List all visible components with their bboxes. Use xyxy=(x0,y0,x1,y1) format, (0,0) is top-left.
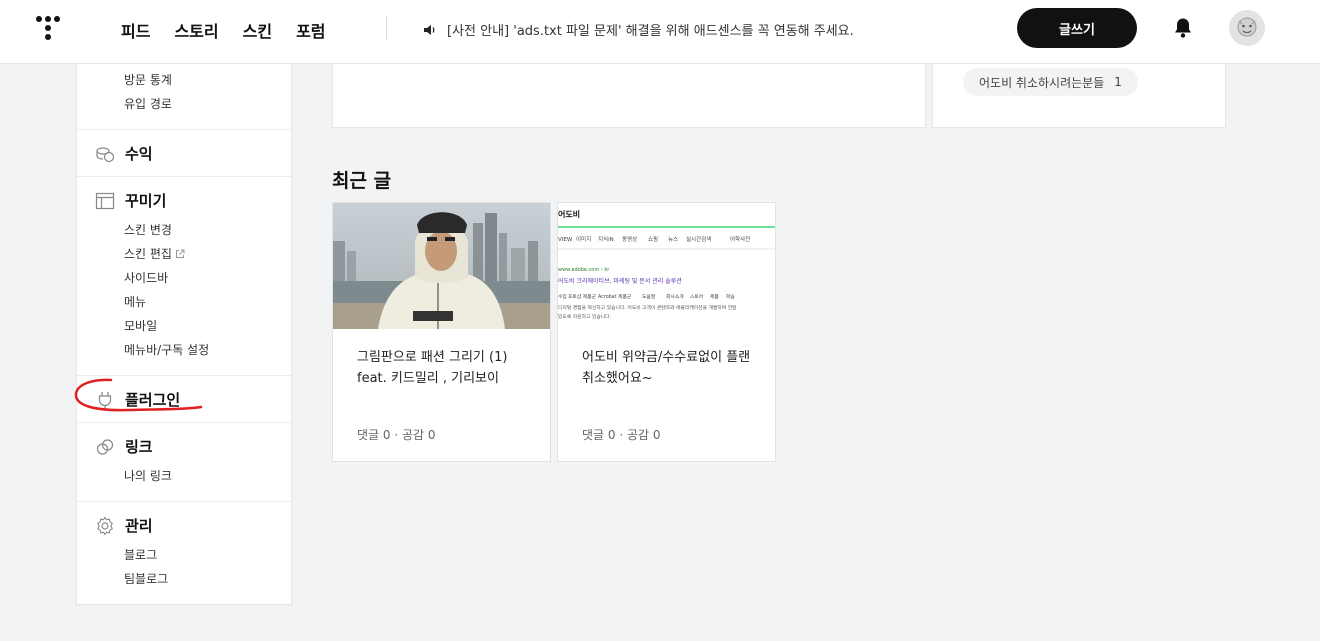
svg-text:Acrobat 제품군: Acrobat 제품군 xyxy=(598,293,632,300)
svg-text:디지털 경험을 혁신하고 있습니다. 어도비 고객이 콘텐츠: 디지털 경험을 혁신하고 있습니다. 어도비 고객이 콘텐츠와 애플리케이션을 … xyxy=(558,304,737,311)
nav-skin[interactable]: 스킨 xyxy=(243,18,272,42)
plug-icon xyxy=(98,391,112,409)
sidebar-item-revenue[interactable]: 수익 xyxy=(95,143,153,164)
post-card-1[interactable]: 그림판으로 패션 그리기 (1) feat. 키드밀리 , 기리보이 댓글 0 … xyxy=(332,202,551,462)
sidebar-section-plugin: 플러그인 xyxy=(77,375,291,423)
sidebar-item-menu[interactable]: 메뉴 xyxy=(124,293,146,310)
sidebar-item-team-blog[interactable]: 팀블로그 xyxy=(124,570,168,587)
coins-icon xyxy=(96,146,115,162)
sidebar-section-link: 링크 나의 링크 xyxy=(77,422,291,502)
sidebar-item-manage[interactable]: 관리 xyxy=(95,515,153,536)
tistory-logo-icon[interactable] xyxy=(34,14,62,42)
write-post-button[interactable]: 글쓰기 xyxy=(1017,8,1137,48)
keyword-chip[interactable]: 어도비 취소하시려는분들 1 xyxy=(963,68,1138,96)
sidebar-item-menubar[interactable]: 메뉴바/구독 설정 xyxy=(124,341,209,358)
sidebar-item-skin-edit[interactable]: 스킨 편집 xyxy=(124,245,185,262)
nav-story[interactable]: 스토리 xyxy=(174,18,218,42)
post-card-2[interactable]: 어도비 VIEW 이미지 지식iN 동영상 쇼핑 뉴스 실시간검색 어학사전 w… xyxy=(557,202,776,462)
svg-text:쇼핑: 쇼핑 xyxy=(648,235,658,243)
sidebar-item-mobile[interactable]: 모바일 xyxy=(124,317,157,334)
main-nav: 피드 스토리 스킨 포럼 xyxy=(121,18,326,42)
svg-text:어학사전: 어학사전 xyxy=(730,235,750,243)
svg-text:학습: 학습 xyxy=(726,293,735,300)
sidebar-item-referrer[interactable]: 유입 경로 xyxy=(124,95,172,112)
notice-text: [사전 안내] 'ads.txt 파일 문제' 해결을 위해 애드센스를 꼭 연… xyxy=(447,24,854,39)
photo-thumbnail-icon xyxy=(333,203,550,329)
svg-text:VIEW: VIEW xyxy=(558,237,573,243)
top-header: 피드 스토리 스킨 포럼 [사전 안내] 'ads.txt 파일 문제' 해결을… xyxy=(0,0,1320,64)
nav-divider xyxy=(386,16,387,40)
svg-text:도움말: 도움말 xyxy=(642,293,656,300)
search-result-thumbnail-icon: 어도비 VIEW 이미지 지식iN 동영상 쇼핑 뉴스 실시간검색 어학사전 w… xyxy=(558,203,775,329)
svg-text:수입: 수입 xyxy=(558,293,567,300)
post-meta-1: 댓글 0 · 공감 0 xyxy=(357,428,436,442)
sidebar-item-skin-change[interactable]: 스킨 변경 xyxy=(124,221,172,238)
svg-text:뉴스: 뉴스 xyxy=(668,236,678,243)
user-avatar-icon xyxy=(1229,10,1265,46)
post-title-2[interactable]: 어도비 위약금/수수료없이 플랜취소했어요~ xyxy=(582,347,754,389)
svg-text:어도비: 어도비 xyxy=(558,209,580,219)
svg-text:동영상: 동영상 xyxy=(622,235,637,243)
stats-card xyxy=(332,64,926,128)
tags-card: 어도비 취소하시려는분들 1 xyxy=(932,64,1226,128)
link-icon xyxy=(96,438,114,455)
nav-forum[interactable]: 포럼 xyxy=(296,18,325,42)
sidebar-section-decor: 꾸미기 스킨 변경 스킨 편집 사이드바 메뉴 모바일 메뉴바/구독 설정 xyxy=(77,176,291,376)
sidebar-item-link[interactable]: 링크 xyxy=(95,436,153,457)
post-thumbnail-1 xyxy=(333,203,550,329)
post-title-1[interactable]: 그림판으로 패션 그리기 (1) feat. 키드밀리 , 기리보이 xyxy=(357,347,529,389)
notice-bar[interactable]: [사전 안내] 'ads.txt 파일 문제' 해결을 위해 애드센스를 꼭 연… xyxy=(422,20,854,39)
sidebar-section-revenue: 수익 xyxy=(77,129,291,177)
svg-text:이미지: 이미지 xyxy=(576,235,591,243)
svg-text:실시간검색: 실시간검색 xyxy=(686,235,711,243)
svg-text:www.adobe.com › kr: www.adobe.com › kr xyxy=(558,267,610,273)
svg-text:지식iN: 지식iN xyxy=(598,235,614,243)
svg-text:스토어: 스토어 xyxy=(690,293,703,300)
sidebar-item-blog[interactable]: 블로그 xyxy=(124,546,157,563)
nav-feed[interactable]: 피드 xyxy=(121,18,150,42)
sidebar-item-plugin[interactable]: 플러그인 xyxy=(95,389,180,410)
layout-icon xyxy=(95,192,115,209)
post-meta-2: 댓글 0 · 공감 0 xyxy=(582,428,661,442)
bell-icon[interactable] xyxy=(1173,17,1193,39)
avatar[interactable] xyxy=(1229,10,1265,46)
admin-sidebar: 방문 통계 유입 경로 수익 꾸미기 스킨 변경 스킨 편집 사이드바 메뉴 모… xyxy=(76,64,292,605)
svg-text:있도록 지원하고 있습니다.: 있도록 지원하고 있습니다. xyxy=(558,313,611,320)
sidebar-item-decor[interactable]: 꾸미기 xyxy=(95,190,166,211)
svg-text:어도비 크리에이티브, 마케팅 및 문서 관리 솔루션: 어도비 크리에이티브, 마케팅 및 문서 관리 솔루션 xyxy=(558,277,682,285)
sidebar-item-sidebar[interactable]: 사이드바 xyxy=(124,269,168,286)
gear-icon xyxy=(97,515,113,536)
sidebar-section-manage: 관리 블로그 팀블로그 xyxy=(77,501,291,605)
svg-text:회사소개: 회사소개 xyxy=(666,293,684,300)
sidebar-item-my-link[interactable]: 나의 링크 xyxy=(124,467,172,484)
post-thumbnail-2: 어도비 VIEW 이미지 지식iN 동영상 쇼핑 뉴스 실시간검색 어학사전 w… xyxy=(558,203,775,329)
recent-posts-title: 최근 글 xyxy=(332,170,392,192)
sidebar-item-visit-stats[interactable]: 방문 통계 xyxy=(124,71,172,88)
external-link-icon xyxy=(175,249,185,258)
svg-text:제품: 제품 xyxy=(710,293,719,300)
speaker-icon xyxy=(424,24,435,35)
svg-text:포토샵 제품군: 포토샵 제품군 xyxy=(568,293,597,300)
